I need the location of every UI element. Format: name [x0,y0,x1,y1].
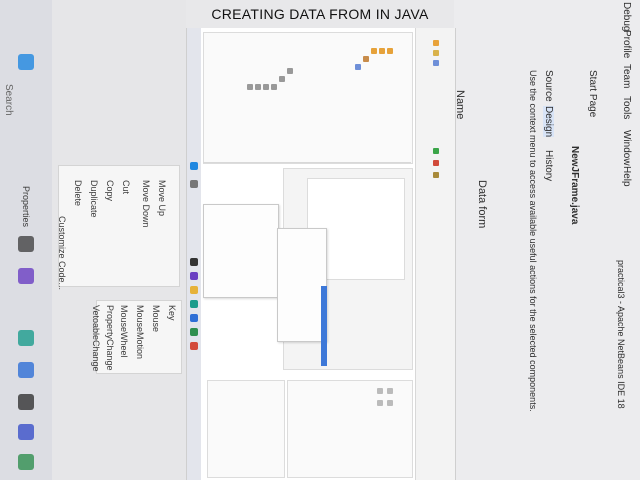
app-icon [18,424,34,440]
menu-tools: Tools [621,96,632,120]
submenu-item: PropertyChange [105,305,115,371]
palette-panel [287,380,413,478]
menu-item: Properties [21,186,31,228]
backdrop-taskbar: Search [0,0,52,480]
navigator-node-icon [247,84,253,90]
project-icon [379,48,385,54]
swing-button-icon[interactable] [387,388,393,394]
project-icon [387,48,393,54]
submenu-item: MouseMotion [135,305,145,360]
backdrop-left: Search Move Up Move Down Cut Copy Duplic… [0,0,186,480]
search-icon[interactable] [190,180,198,188]
backdrop-right: Debug Profile Team Tools Window Help Sta… [454,0,640,480]
page-title: CREATING DATA FROM IN JAVA [211,6,429,22]
navigator-node-icon [271,84,277,90]
menu-item: Customize Code... [57,216,67,291]
windows-icon[interactable] [190,162,198,170]
new-file-icon[interactable] [433,40,439,46]
properties-panel [207,380,285,478]
ide-menubar [415,28,455,480]
tab-design: Design [543,106,554,138]
menu-item: Copy [105,180,115,202]
open-icon[interactable] [433,50,439,56]
backdrop-events-submenu: Key Mouse MouseMotion MouseWheel Propert… [91,300,182,374]
file-tab: NewJFrame.java [569,146,580,225]
start-page-tab: Start Page [587,70,598,118]
store-icon[interactable] [190,314,198,322]
app-icon[interactable] [190,272,198,280]
submenu-item: MouseWheel [119,305,129,358]
navigator-node-icon [287,68,293,74]
navigator-node-icon [255,84,261,90]
package-icon [363,56,369,62]
file-icon [355,64,361,70]
menu-help: Help [621,166,632,187]
windows-taskbar [187,28,201,480]
project-icon [371,48,377,54]
chrome-icon [18,454,34,470]
backdrop-context-menu: Move Up Move Down Cut Copy Duplicate Del… [21,165,180,291]
highlighted-menu-item[interactable] [321,286,327,366]
ide-screenshot [186,28,456,480]
divider [415,28,416,480]
windows-icon [18,54,34,70]
divider [203,162,411,163]
menu-debug: Debug [621,2,632,32]
save-icon[interactable] [433,60,439,66]
app-icon [18,236,34,252]
backdrop-search-label: Search [3,84,14,116]
debug-icon[interactable] [433,160,439,166]
menu-profile: Profile [621,30,632,59]
submenu-item: Key [167,305,177,321]
navigator-node-icon [279,76,285,82]
profile-icon[interactable] [433,172,439,178]
menu-item: Move Down [141,180,151,228]
run-icon[interactable] [433,148,439,154]
menu-item: Move Up [157,180,167,217]
swing-textfield-icon[interactable] [377,388,383,394]
app-icon[interactable] [190,258,198,266]
app-icon [18,268,34,284]
frame-title: practical3 - Apache NetBeans IDE 18 [616,260,626,409]
chrome-icon[interactable] [190,328,198,336]
app-icon [18,394,34,410]
swing-checkbox-icon[interactable] [377,400,383,406]
menu-window: Window [621,130,632,166]
navigator-node-icon [263,84,269,90]
edge-icon [18,330,34,346]
tab-source: Source [543,70,554,102]
swing-label-icon[interactable] [387,400,393,406]
hint-text: Use the context menu to access available… [528,70,538,412]
app-icon[interactable] [190,342,198,350]
submenu-item: VetoableChange [91,305,101,372]
menu-item: Delete [73,180,83,207]
events-submenu[interactable] [277,228,327,342]
submenu-item: Mouse [151,305,161,333]
menu-item: Duplicate [89,180,99,218]
tab-history: History [543,150,554,182]
data-form-label: Data form [476,180,488,229]
store-icon [18,362,34,378]
edge-icon[interactable] [190,300,198,308]
folder-icon[interactable] [190,286,198,294]
menu-team: Team [621,64,632,89]
menu-item: Cut [121,180,131,195]
context-menu[interactable] [203,204,279,298]
